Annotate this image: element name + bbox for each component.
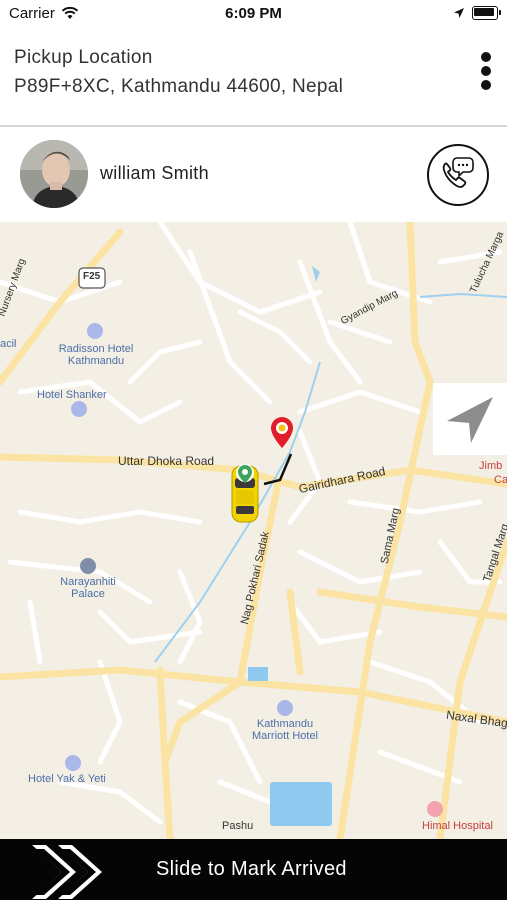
map-label-narayanhiti: Narayanhiti Palace (60, 576, 116, 600)
map-label-himal: Himal Hospital (422, 820, 493, 832)
status-bar: Carrier 6:09 PM (0, 0, 507, 28)
map-label-ca: Ca (494, 474, 507, 486)
driver-name: william Smith (100, 163, 209, 183)
phone-chat-icon (442, 157, 474, 188)
pickup-header: Pickup Location P89F+8XC, Kathmandu 4460… (0, 28, 507, 125)
battery-tip (499, 10, 501, 15)
map-label-yak-yeti: Hotel Yak & Yeti (28, 773, 106, 785)
slide-to-arrive-bar[interactable]: Slide to Mark Arrived (0, 839, 507, 900)
pickup-address: P89F+8XC, Kathmandu 44600, Nepal (14, 76, 344, 97)
battery-icon (472, 6, 498, 20)
map-label-radisson: Radisson Hotel Kathmandu (58, 343, 134, 367)
taxi-car-icon (231, 464, 259, 523)
slide-label: Slide to Mark Arrived (156, 858, 347, 880)
map-canvas (0, 222, 507, 839)
map-label-uttar-dhoka: Uttar Dhoka Road (118, 454, 215, 468)
map-label-jimb: Jimb (479, 460, 503, 472)
map-label-marriott: Kathmandu Marriott Hotel (251, 718, 319, 742)
recenter-button[interactable] (433, 383, 507, 455)
double-chevron-right-icon[interactable] (28, 843, 108, 901)
map-label-pashu: Pashu (222, 820, 254, 832)
status-time: 6:09 PM (225, 5, 282, 22)
navigation-arrow-icon (447, 397, 493, 443)
map-label-shanker: Hotel Shanker (37, 389, 107, 401)
driver-row: william Smith (0, 127, 507, 222)
map-view[interactable]: F25 Nursery Marg Gyandip Marg Tulucha Ma… (0, 222, 507, 839)
location-arrow-icon (454, 8, 464, 18)
pickup-label: Pickup Location (14, 47, 153, 68)
more-vertical-icon[interactable] (476, 52, 496, 92)
map-label-acil: acil (0, 338, 17, 350)
call-button[interactable] (427, 144, 489, 206)
avatar (20, 140, 88, 208)
map-label-f25: F25 (83, 271, 101, 282)
map-pin-icon (271, 417, 293, 448)
